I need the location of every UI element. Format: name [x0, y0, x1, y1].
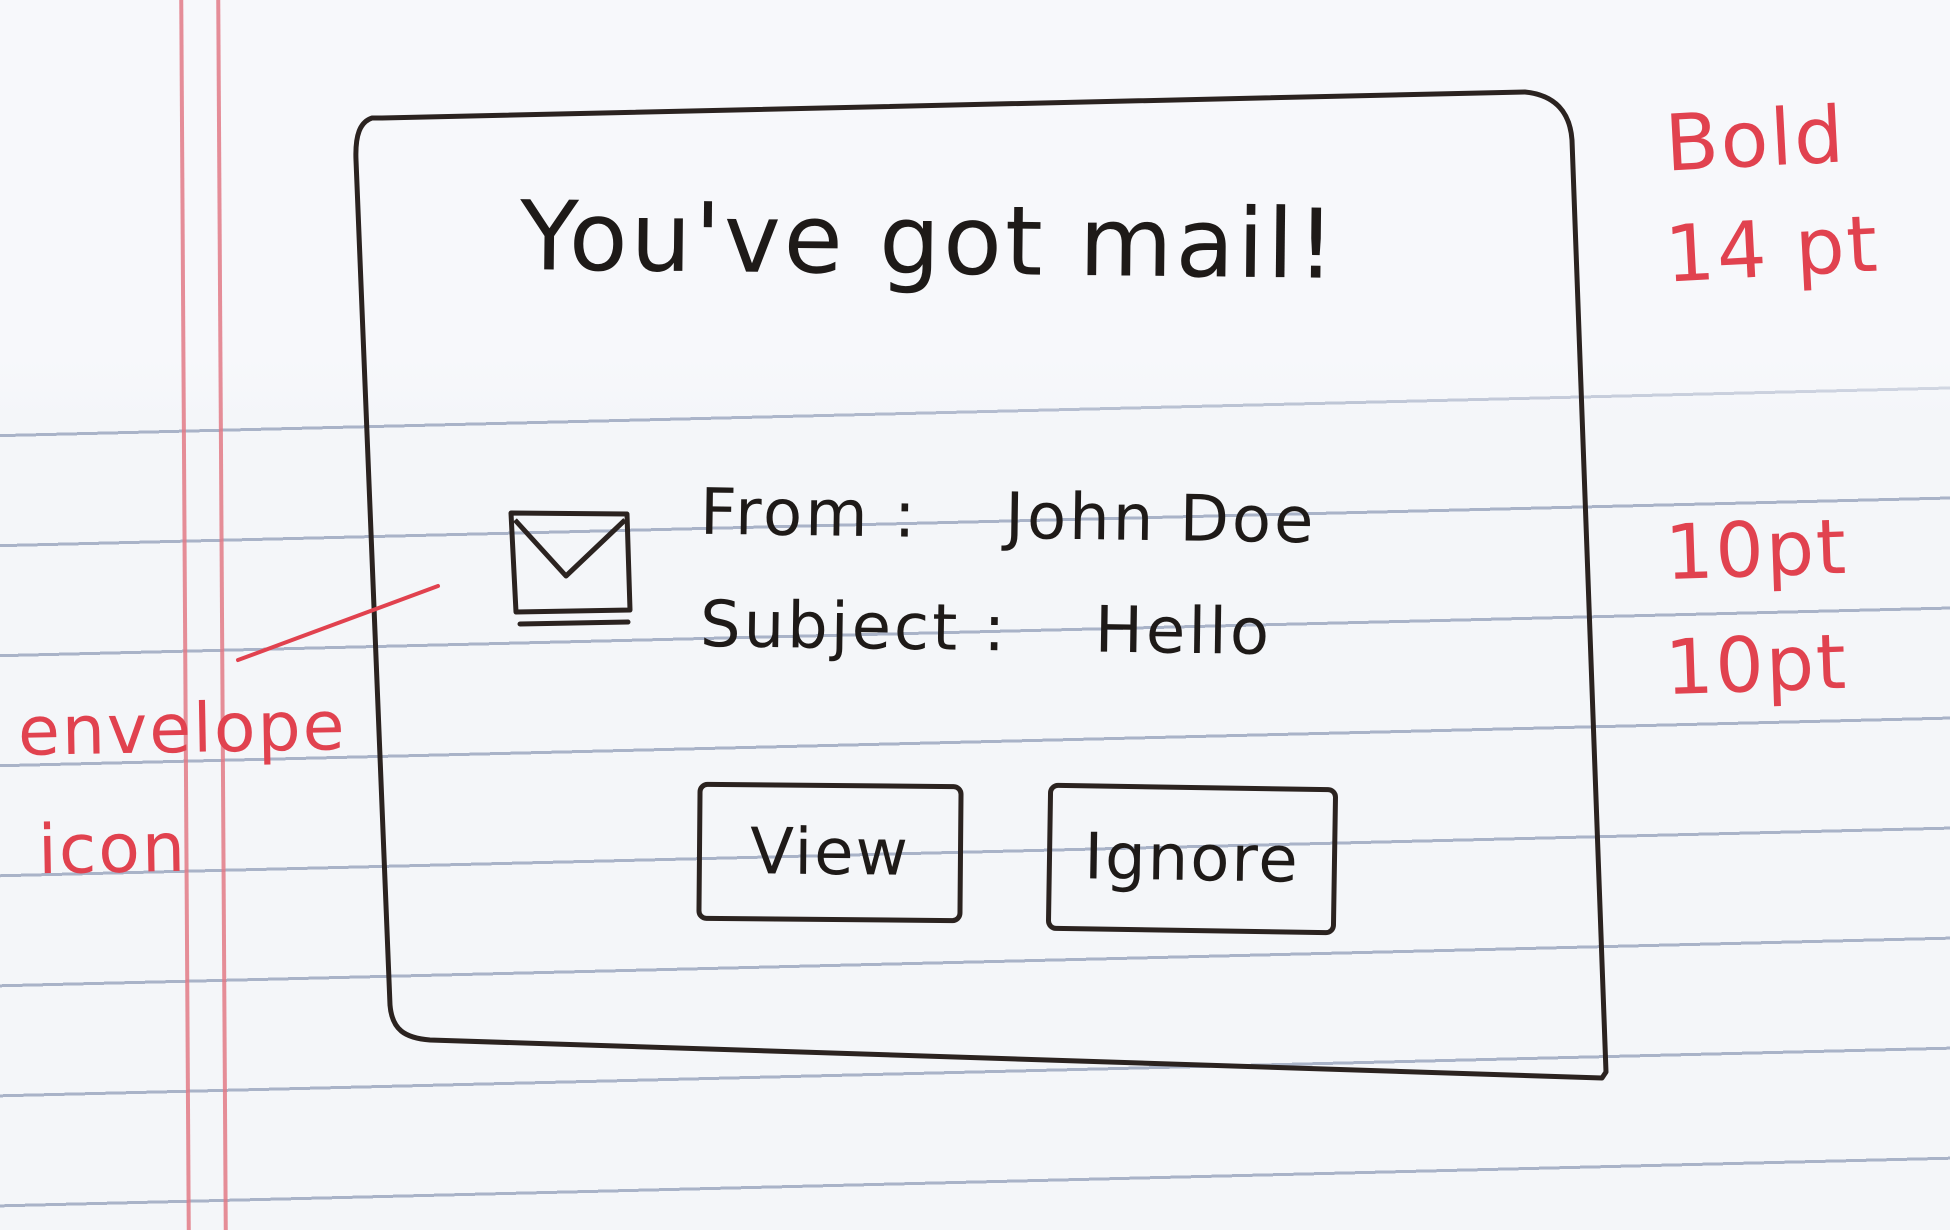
- from-value: John Doe: [1004, 479, 1317, 559]
- from-line: From : John Doe: [700, 476, 1317, 559]
- subject-line: Subject : Hello: [700, 588, 1273, 670]
- from-label: From: [699, 475, 872, 553]
- dialog-title: You've got mail!: [519, 180, 1339, 301]
- annotation-subject-size: 10pt: [1663, 616, 1850, 713]
- annotation-title-style-bold: Bold: [1662, 90, 1848, 190]
- subject-value: Hello: [1094, 593, 1273, 670]
- subject-label: Subject: [699, 588, 961, 666]
- annotation-title-style-size: 14 pt: [1662, 199, 1882, 301]
- ignore-button[interactable]: Ignore: [1045, 782, 1339, 936]
- subject-separator: :: [983, 591, 1009, 667]
- envelope-icon: [508, 510, 633, 627]
- annotation-from-size: 10pt: [1663, 501, 1850, 598]
- annotation-icon-note-envelope: envelope: [17, 687, 348, 772]
- annotation-pointer-line: [236, 584, 440, 662]
- from-separator: :: [893, 478, 919, 553]
- annotation-icon-note-icon: icon: [37, 808, 188, 891]
- view-button[interactable]: View: [696, 781, 964, 924]
